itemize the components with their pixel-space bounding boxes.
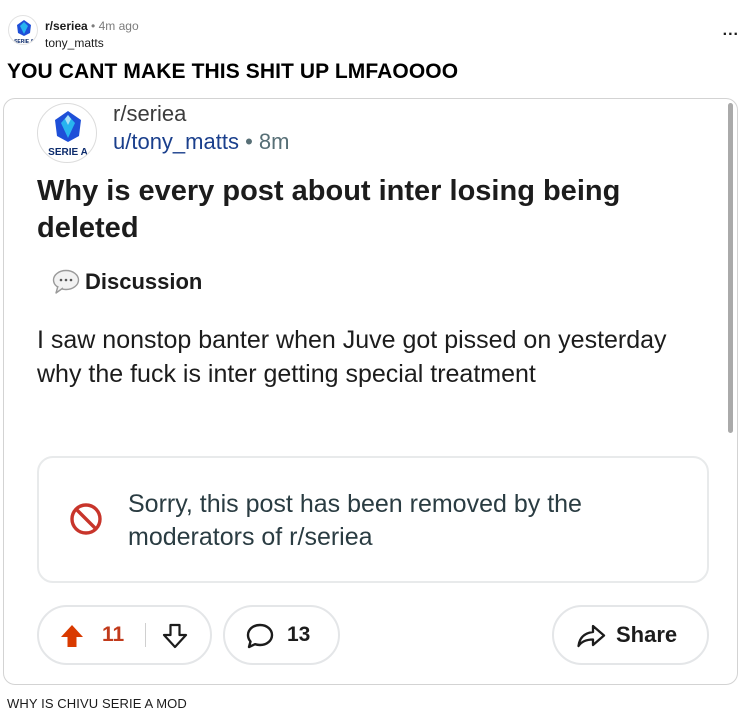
embedded-screenshot[interactable]: SERIE A r/seriea u/tony_matts • 8m Why i… xyxy=(3,98,738,685)
flair-tag: Discussion xyxy=(51,269,202,295)
embedded-username: u/tony_matts xyxy=(113,129,239,154)
post-time: 4m ago xyxy=(98,19,139,33)
embedded-post-body: I saw nonstop banter when Juve got pisse… xyxy=(37,326,667,388)
logo-text: SERIE A xyxy=(48,147,88,158)
vote-bar: 11 xyxy=(37,605,212,665)
comment-icon xyxy=(246,623,274,649)
embedded-user-line: u/tony_matts • 8m xyxy=(113,129,289,155)
speech-bubble-icon xyxy=(52,269,80,294)
embedded-subreddit-name: r/seriea xyxy=(113,101,187,126)
comment-count: 13 xyxy=(287,623,311,646)
scrollbar[interactable] xyxy=(727,99,735,439)
more-options-button[interactable]: ... xyxy=(723,22,739,40)
vote-divider xyxy=(145,623,146,647)
meta-separator: • xyxy=(91,19,96,33)
logo-text: SERIE A xyxy=(14,39,34,45)
flair-label: Discussion xyxy=(85,269,203,294)
embedded-subreddit-avatar: SERIE A xyxy=(37,103,97,163)
downvote-icon[interactable] xyxy=(162,623,188,649)
embedded-post-time: 8m xyxy=(258,129,290,154)
embedded-post-title: Why is every post about inter losing bei… xyxy=(37,175,621,244)
vote-count: 11 xyxy=(102,623,125,646)
image-caption: WHY IS CHIVU SERIE A MOD xyxy=(7,696,187,711)
subreddit-name[interactable]: r/seriea xyxy=(45,19,88,33)
share-button[interactable]: Share xyxy=(552,605,709,665)
post-header: SERIE A r/seriea • 4m ago tony_matts ... xyxy=(0,0,749,58)
serie-a-logo-icon: SERIE A xyxy=(14,20,34,45)
embedded-meta-separator: • xyxy=(245,129,253,154)
post-username[interactable]: tony_matts xyxy=(45,36,139,51)
removed-notice: Sorry, this post has been removed by the… xyxy=(37,456,709,583)
comments-button[interactable]: 13 xyxy=(223,605,340,665)
scrollbar-thumb[interactable] xyxy=(728,103,733,433)
upvote-icon[interactable] xyxy=(59,623,85,649)
share-icon xyxy=(577,624,606,648)
serie-a-logo-icon: SERIE A xyxy=(48,111,88,158)
post-meta: r/seriea • 4m ago tony_matts xyxy=(45,19,139,51)
removed-notice-text: Sorry, this post has been removed by the… xyxy=(128,490,582,551)
prohibited-icon xyxy=(70,503,102,535)
subreddit-avatar[interactable]: SERIE A xyxy=(8,15,38,45)
post-title[interactable]: YOU CANT MAKE THIS SHIT UP LMFAOOOO xyxy=(7,60,458,84)
share-label: Share xyxy=(616,622,678,647)
